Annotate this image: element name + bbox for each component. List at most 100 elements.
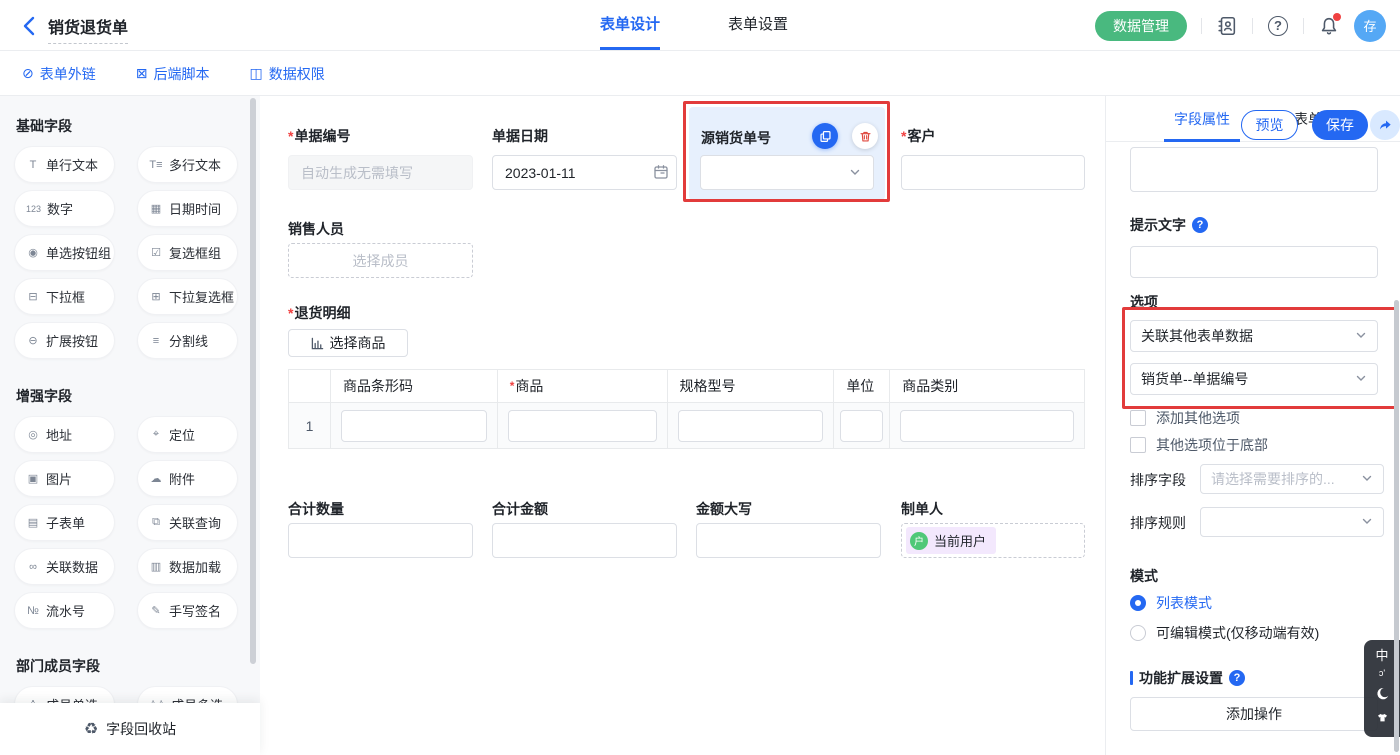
datetime-icon: ▦ [149,202,163,215]
field-pill-location[interactable]: ⌖定位 [137,416,238,453]
hint-help-icon[interactable]: ? [1192,217,1208,233]
field-pill-number[interactable]: 123数字 [14,190,115,227]
tab-form-design[interactable]: 表单设计 [600,0,660,50]
field-pill-subform[interactable]: ▤子表单 [14,504,115,541]
tab-field-properties[interactable]: 字段属性 [1164,96,1240,142]
chevron-down-icon [1361,471,1373,487]
field-pill-datetime[interactable]: ▦日期时间 [137,190,238,227]
customer-input[interactable] [901,155,1085,190]
unit-input[interactable] [840,410,883,442]
language-sub-icon[interactable]: ɔ' [1379,669,1385,678]
location-icon: ⌖ [149,428,163,441]
multi-select-icon: ⊞ [149,290,163,303]
field-pill-select[interactable]: ⊟下拉框 [14,278,115,315]
form-external-link[interactable]: ⊘ 表单外链 [22,64,96,84]
delete-field-icon[interactable] [852,123,878,149]
col-row-number [289,370,331,403]
backend-script-link[interactable]: ⊠ 后端脚本 [136,64,210,84]
attachment-icon: ☁ [149,472,163,485]
data-permission-link[interactable]: ◫ 数据权限 [249,64,324,84]
field-pill-single-text[interactable]: T单行文本 [14,146,115,183]
divider [1201,18,1202,34]
multi-line-text-icon: T≡ [149,159,163,171]
checkbox-icon [1130,437,1146,453]
field-pill-multi-text[interactable]: T≡多行文本 [137,146,238,183]
dark-mode-icon[interactable] [1374,686,1390,704]
chevron-down-icon [849,165,861,181]
total-qty-input[interactable] [288,523,473,558]
field-pill-signature[interactable]: ✎手写签名 [137,592,238,629]
field-pill-linked-data[interactable]: ∞关联数据 [14,548,115,585]
preview-button[interactable]: 预览 [1241,110,1298,140]
doc-no-input[interactable] [288,155,473,190]
number-icon: 123 [26,204,41,214]
chevron-down-icon [1355,328,1367,344]
selected-field-source-order[interactable]: 源销货单号 [689,107,885,200]
page-title[interactable]: 销货退货单 [48,14,128,44]
field-pill-address[interactable]: ◎地址 [14,416,115,453]
notification-bell-icon[interactable] [1318,15,1340,37]
sidebar-scrollbar[interactable] [250,98,256,664]
field-pill-linked-query[interactable]: ⧉关联查询 [137,504,238,541]
copy-field-icon[interactable] [812,123,838,149]
amount-words-input[interactable] [696,523,881,558]
sort-field-select[interactable]: 请选择需要排序的... [1200,464,1384,494]
theme-shirt-icon[interactable] [1375,711,1390,728]
product-input[interactable] [508,410,657,442]
radio-editable-mode[interactable]: 可编辑模式(仅移动端有效) [1130,623,1319,643]
field-pill-extend-button[interactable]: ⊖扩展按钮 [14,322,115,359]
sort-rule-select[interactable] [1200,507,1384,537]
linked-data-icon: ∞ [26,561,40,573]
calendar-icon[interactable] [653,164,669,185]
checkbox-other-bottom[interactable]: 其他选项位于底部 [1130,435,1268,455]
field-pill-attachment[interactable]: ☁附件 [137,460,238,497]
option-source-select[interactable]: 关联其他表单数据 [1130,320,1378,352]
linked-query-icon: ⧉ [149,516,163,529]
signature-icon: ✎ [149,604,163,617]
amount-words-label: 金额大写 [696,499,752,519]
creator-picker[interactable]: 户 当前用户 [901,523,1085,558]
field-pill-data-load[interactable]: ▥数据加载 [137,548,238,585]
save-button[interactable]: 保存 [1312,110,1368,140]
col-product: *商品 [498,370,668,403]
barcode-input[interactable] [341,410,487,442]
doc-date-input[interactable] [492,155,677,190]
field-recycle-bin[interactable]: ♻ 字段回收站 [0,703,260,755]
contact-book-icon[interactable] [1216,15,1238,37]
return-detail-table: 商品条形码 *商品 规格型号 单位 商品类别 1 [288,369,1085,449]
divider-icon: ≡ [149,335,163,347]
property-panel: 字段属性 表单属性 提示文字 ? 选项 关联其他表单数据 销货单--单据编号 添… [1105,96,1400,755]
field-pill-radio-group[interactable]: ◉单选按钮组 [14,234,115,271]
total-amount-label: 合计金额 [492,499,548,519]
tab-form-settings[interactable]: 表单设置 [728,0,788,50]
radio-list-mode[interactable]: 列表模式 [1130,593,1212,613]
field-name-input[interactable] [1130,147,1378,192]
option-field-select[interactable]: 销货单--单据编号 [1130,363,1378,395]
field-pill-divider[interactable]: ≡分割线 [137,322,238,359]
panel-scrollbar[interactable] [1394,300,1399,752]
data-manage-button[interactable]: 数据管理 [1095,11,1187,41]
hint-text-input[interactable] [1130,246,1378,278]
field-pill-image[interactable]: ▣图片 [14,460,115,497]
checkbox-group-icon: ☑ [149,246,163,259]
section-title-basic: 基础字段 [16,116,260,136]
help-icon[interactable]: ? [1267,15,1289,37]
ext-help-icon[interactable]: ? [1229,670,1245,686]
source-order-select[interactable] [700,155,874,190]
salesperson-picker[interactable]: 选择成员 [288,243,473,278]
share-arrow-icon [1377,117,1393,133]
user-avatar[interactable]: 存 [1354,10,1386,42]
field-pill-serial-number[interactable]: №流水号 [14,592,115,629]
checkbox-add-other-option[interactable]: 添加其他选项 [1130,408,1240,428]
share-button[interactable] [1370,110,1400,140]
spec-input[interactable] [678,410,824,442]
language-zh-icon[interactable]: 中 [1375,649,1388,662]
return-detail-label: *退货明细 [288,303,350,323]
total-amount-input[interactable] [492,523,677,558]
category-input[interactable] [900,410,1074,442]
field-pill-multi-select[interactable]: ⊞下拉复选框 [137,278,238,315]
back-icon[interactable] [18,14,42,38]
add-action-button[interactable]: 添加操作 [1130,697,1378,731]
field-pill-checkbox-group[interactable]: ☑复选框组 [137,234,238,271]
select-product-button[interactable]: 选择商品 [288,329,408,357]
